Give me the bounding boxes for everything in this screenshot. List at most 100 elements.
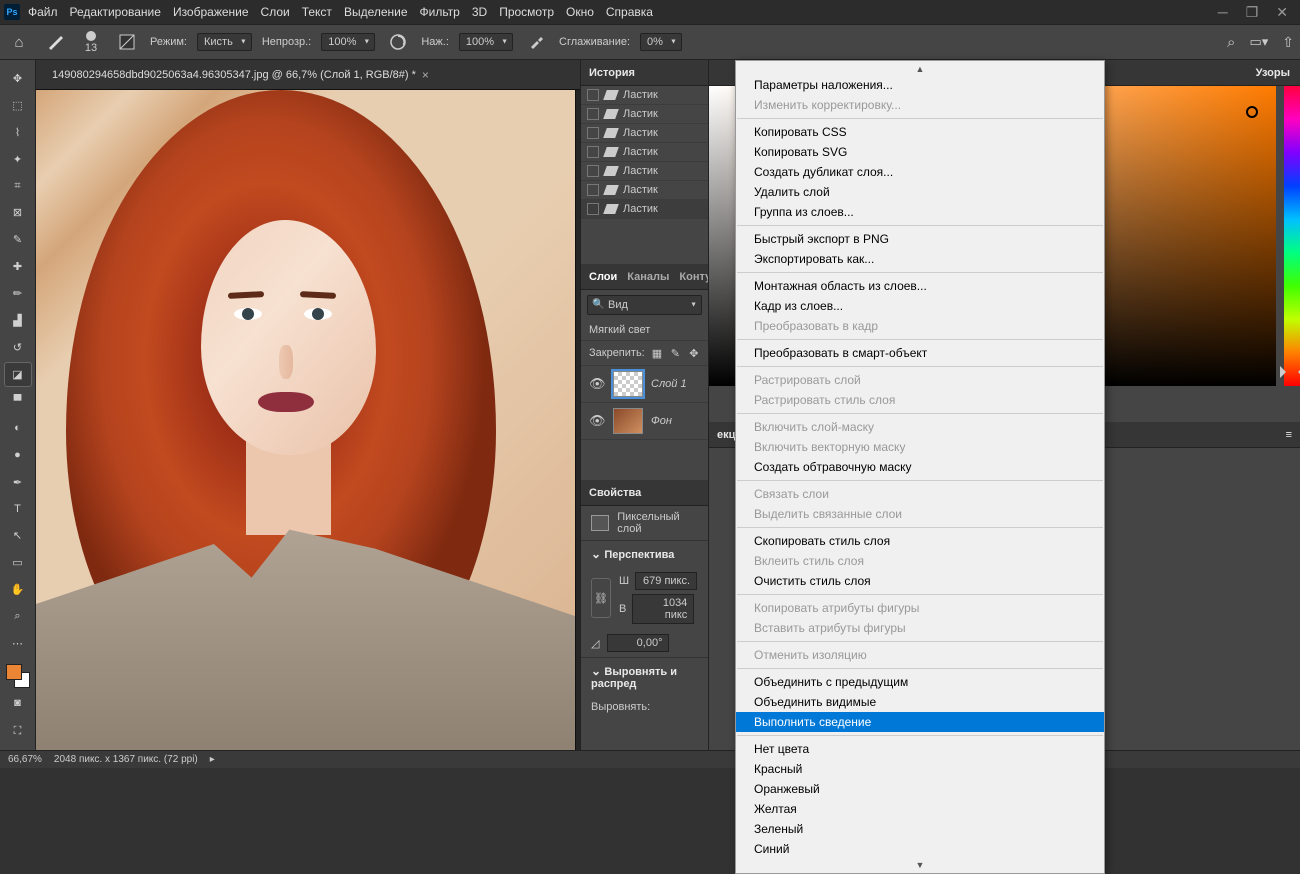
doc-tab[interactable]: 149080294658dbd9025063a4.96305347.jpg @ … (44, 62, 437, 88)
context-menu-item[interactable]: Удалить слой (736, 182, 1104, 202)
menu-item[interactable]: 3D (472, 5, 487, 19)
history-item[interactable]: Ластик (581, 181, 708, 200)
share-icon[interactable]: ⇧ (1282, 34, 1294, 51)
color-swatches[interactable] (6, 664, 30, 688)
panel-menu-icon[interactable]: ≡ (1286, 429, 1292, 441)
canvas[interactable] (36, 90, 580, 750)
airbrush-icon[interactable] (523, 29, 549, 55)
menu-item[interactable]: Фильтр (420, 5, 460, 19)
context-menu-item[interactable]: Оранжевый (736, 779, 1104, 799)
smoothing-dropdown[interactable]: 0% (640, 33, 682, 51)
layer-filter-dropdown[interactable]: Вид (587, 295, 702, 315)
history-item[interactable]: Ластик (581, 143, 708, 162)
lasso-tool[interactable]: ⌇ (4, 120, 32, 145)
opacity-dropdown[interactable]: 100% (321, 33, 375, 51)
context-menu-item[interactable]: Монтажная область из слоев... (736, 276, 1104, 296)
move-tool[interactable]: ✥ (4, 66, 32, 91)
flow-dropdown[interactable]: 100% (459, 33, 513, 51)
context-menu-item[interactable]: Зеленый (736, 819, 1104, 839)
link-icon[interactable]: ⛓ (591, 578, 611, 618)
context-menu-item[interactable]: Скопировать стиль слоя (736, 531, 1104, 551)
history-brush-tool[interactable]: ↺ (4, 335, 32, 360)
dodge-tool[interactable]: ● (4, 443, 32, 468)
context-menu-item[interactable]: Создать дубликат слоя... (736, 162, 1104, 182)
tab-channels[interactable]: Каналы (627, 266, 669, 288)
context-menu-item[interactable]: Экспортировать как... (736, 249, 1104, 269)
history-item[interactable]: Ластик (581, 105, 708, 124)
menu-item[interactable]: Слои (261, 5, 290, 19)
pressure-opacity-icon[interactable] (385, 29, 411, 55)
context-menu-item[interactable]: Копировать SVG (736, 142, 1104, 162)
context-menu-item[interactable]: Объединить с предыдущим (736, 672, 1104, 692)
close-icon[interactable]: × (422, 68, 429, 82)
layer-item[interactable]: 👁 Слой 1 (581, 366, 708, 403)
restore-icon[interactable]: ❐ (1246, 4, 1259, 21)
menu-item[interactable]: Изображение (173, 5, 249, 19)
history-panel-header[interactable]: История (581, 60, 708, 86)
hue-strip[interactable] (1284, 86, 1300, 386)
lock-all-icon[interactable]: ✥ (688, 345, 700, 361)
visibility-icon[interactable]: 👁 (589, 413, 605, 429)
menu-item[interactable]: Файл (28, 5, 58, 19)
hand-tool[interactable]: ✋ (4, 577, 32, 602)
menu-scroll-up-icon[interactable]: ▲ (736, 63, 1104, 75)
tab-paths[interactable]: Конту (679, 266, 711, 288)
close-icon[interactable]: ✕ (1276, 4, 1288, 21)
context-menu-item[interactable]: Параметры наложения... (736, 75, 1104, 95)
context-menu-item[interactable]: Создать обтравочную маску (736, 457, 1104, 477)
eraser-tool[interactable]: ◪ (4, 362, 32, 387)
lock-position-icon[interactable]: ✎ (669, 345, 681, 361)
eyedropper-tool[interactable]: ✎ (4, 227, 32, 252)
menu-scroll-down-icon[interactable]: ▼ (736, 859, 1104, 871)
context-menu-item[interactable]: Выполнить сведение (736, 712, 1104, 732)
menu-item[interactable]: Выделение (344, 5, 408, 19)
visibility-icon[interactable]: 👁 (589, 376, 605, 392)
context-menu-item[interactable]: Объединить видимые (736, 692, 1104, 712)
healing-tool[interactable]: ✚ (4, 254, 32, 279)
brush-settings-icon[interactable] (114, 29, 140, 55)
tab-layers[interactable]: Слои (589, 266, 617, 288)
context-menu-item[interactable]: Копировать CSS (736, 122, 1104, 142)
properties-panel-header[interactable]: Свойства (581, 480, 708, 506)
layer-thumb[interactable] (613, 371, 643, 397)
tab-patterns[interactable]: Узоры (1256, 67, 1290, 79)
height-field[interactable]: 1034 пикс (632, 594, 694, 624)
lock-pixels-icon[interactable]: ▦ (651, 345, 663, 361)
history-item[interactable]: Ластик (581, 124, 708, 143)
zoom-level[interactable]: 66,67% (8, 754, 42, 765)
menu-item[interactable]: Окно (566, 5, 594, 19)
tool-preset-icon[interactable] (42, 29, 68, 55)
layer-thumb[interactable] (613, 408, 643, 434)
brush-preset[interactable]: 13 (78, 29, 104, 55)
shape-tool[interactable]: ▭ (4, 550, 32, 575)
path-select-tool[interactable]: ↖ (4, 523, 32, 548)
pen-tool[interactable]: ✒ (4, 470, 32, 495)
context-menu-item[interactable]: Кадр из слоев... (736, 296, 1104, 316)
perspective-section[interactable]: Перспектива (581, 540, 708, 567)
frame-tool[interactable]: ⊠ (4, 201, 32, 226)
blur-tool[interactable]: ◐ (4, 416, 32, 441)
layer-item[interactable]: 👁 Фон (581, 403, 708, 440)
width-field[interactable]: 679 пикс. (635, 572, 697, 590)
home-button[interactable]: ⌂ (6, 29, 32, 55)
stamp-tool[interactable]: ▟ (4, 308, 32, 333)
menu-item[interactable]: Просмотр (499, 5, 554, 19)
crop-tool[interactable]: ⌗ (4, 174, 32, 199)
history-item[interactable]: Ластик (581, 86, 708, 105)
quickmask-icon[interactable]: ◙ (4, 690, 32, 715)
status-chevron-icon[interactable]: ▸ (210, 754, 215, 765)
context-menu-item[interactable]: Преобразовать в смарт-объект (736, 343, 1104, 363)
quick-select-tool[interactable]: ✦ (4, 147, 32, 172)
context-menu-item[interactable]: Группа из слоев... (736, 202, 1104, 222)
angle-field[interactable]: 0,00° (607, 634, 669, 652)
gradient-tool[interactable]: ▀ (4, 389, 32, 414)
context-menu-item[interactable]: Быстрый экспорт в PNG (736, 229, 1104, 249)
marquee-tool[interactable]: ⬚ (4, 93, 32, 118)
context-menu-item[interactable]: Синий (736, 839, 1104, 859)
mode-dropdown[interactable]: Кисть (197, 33, 252, 51)
menu-item[interactable]: Справка (606, 5, 653, 19)
zoom-tool[interactable]: ⌕ (4, 604, 32, 629)
type-tool[interactable]: T (4, 497, 32, 522)
menu-item[interactable]: Текст (302, 5, 332, 19)
context-menu-item[interactable]: Красный (736, 759, 1104, 779)
